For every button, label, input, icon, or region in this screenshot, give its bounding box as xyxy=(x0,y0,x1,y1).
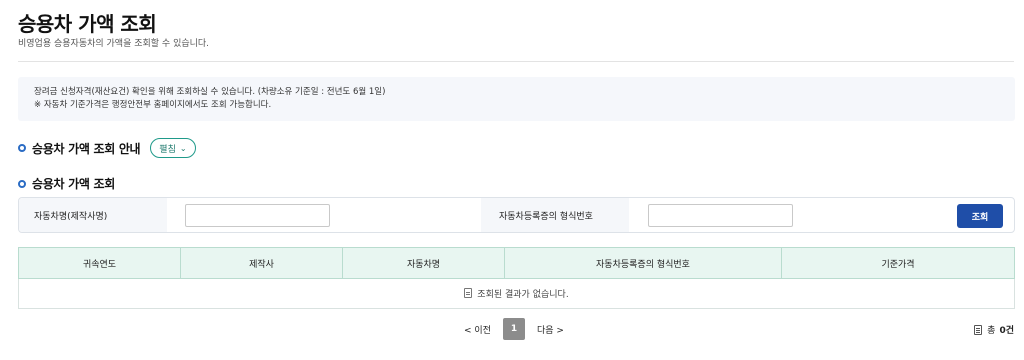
notice-box: 장려금 신청자격(재산요건) 확인을 위해 조회하실 수 있습니다. (차량소유… xyxy=(18,77,1015,121)
section-bullet-icon xyxy=(18,144,26,152)
total-count: 총 0건 xyxy=(974,323,1014,336)
model-number-label: 자동차등록증의 형식번호 xyxy=(481,198,629,232)
title-divider xyxy=(18,61,1014,62)
column-header-base-price: 기준가격 xyxy=(781,247,1015,279)
search-button[interactable]: 조회 xyxy=(957,204,1003,228)
guide-section-label: 승용차 가액 조회 안내 xyxy=(32,141,141,156)
column-header-vehicle-name: 자동차명 xyxy=(342,247,505,279)
list-icon xyxy=(974,324,983,335)
column-header-year: 귀속연도 xyxy=(18,247,181,279)
prev-page-button[interactable]: < 이전 xyxy=(460,323,495,336)
next-page-button[interactable]: 다음 > xyxy=(533,323,568,336)
search-bar: 자동차명(제작사명) 자동차등록증의 형식번호 조회 xyxy=(18,197,1015,233)
notice-line-2: ※ 자동차 기준가격은 행정안전부 홈페이지에서도 조회 가능합니다. xyxy=(34,100,272,110)
document-icon xyxy=(464,288,473,298)
section-bullet-icon xyxy=(18,179,26,188)
chevron-down-icon: ⌄ xyxy=(179,143,187,153)
expand-toggle-label: 펼침 xyxy=(159,144,176,155)
vehicle-name-label: 자동차명(제작사명) xyxy=(19,198,167,232)
notice-line-1: 장려금 신청자격(재산요건) 확인을 위해 조회하실 수 있습니다. (차량소유… xyxy=(34,87,386,97)
search-section-heading: 승용차 가액 조회 xyxy=(18,175,115,192)
total-value: 0건 xyxy=(999,326,1014,336)
expand-toggle-button[interactable]: 펼침 ⌄ xyxy=(150,138,196,158)
empty-result-cell: 조회된 결과가 없습니다. xyxy=(18,278,1015,309)
total-label: 총 xyxy=(987,326,996,336)
model-number-input[interactable] xyxy=(648,204,793,227)
table-row: 조회된 결과가 없습니다. xyxy=(18,278,1015,309)
current-page-button[interactable]: 1 xyxy=(502,318,525,340)
guide-section-heading: 승용차 가액 조회 안내 펼침 ⌄ xyxy=(18,138,196,158)
page-title: 승용차 가액 조회 xyxy=(18,12,157,36)
results-table: 귀속연도 제작사 자동차명 자동차등록증의 형식번호 기준가격 조회된 결과가 … xyxy=(18,247,1015,309)
column-header-manufacturer: 제작사 xyxy=(180,247,343,279)
table-header-row: 귀속연도 제작사 자동차명 자동차등록증의 형식번호 기준가격 xyxy=(18,247,1015,279)
search-section-label: 승용차 가액 조회 xyxy=(32,177,115,191)
pagination: < 이전 1 다음 > xyxy=(460,318,568,340)
column-header-model-number: 자동차등록증의 형식번호 xyxy=(504,247,782,279)
vehicle-name-input[interactable] xyxy=(185,204,330,227)
page-subtitle: 비영업용 승용자동차의 가액을 조회할 수 있습니다. xyxy=(18,39,210,49)
empty-result-message: 조회된 결과가 없습니다. xyxy=(477,290,569,300)
